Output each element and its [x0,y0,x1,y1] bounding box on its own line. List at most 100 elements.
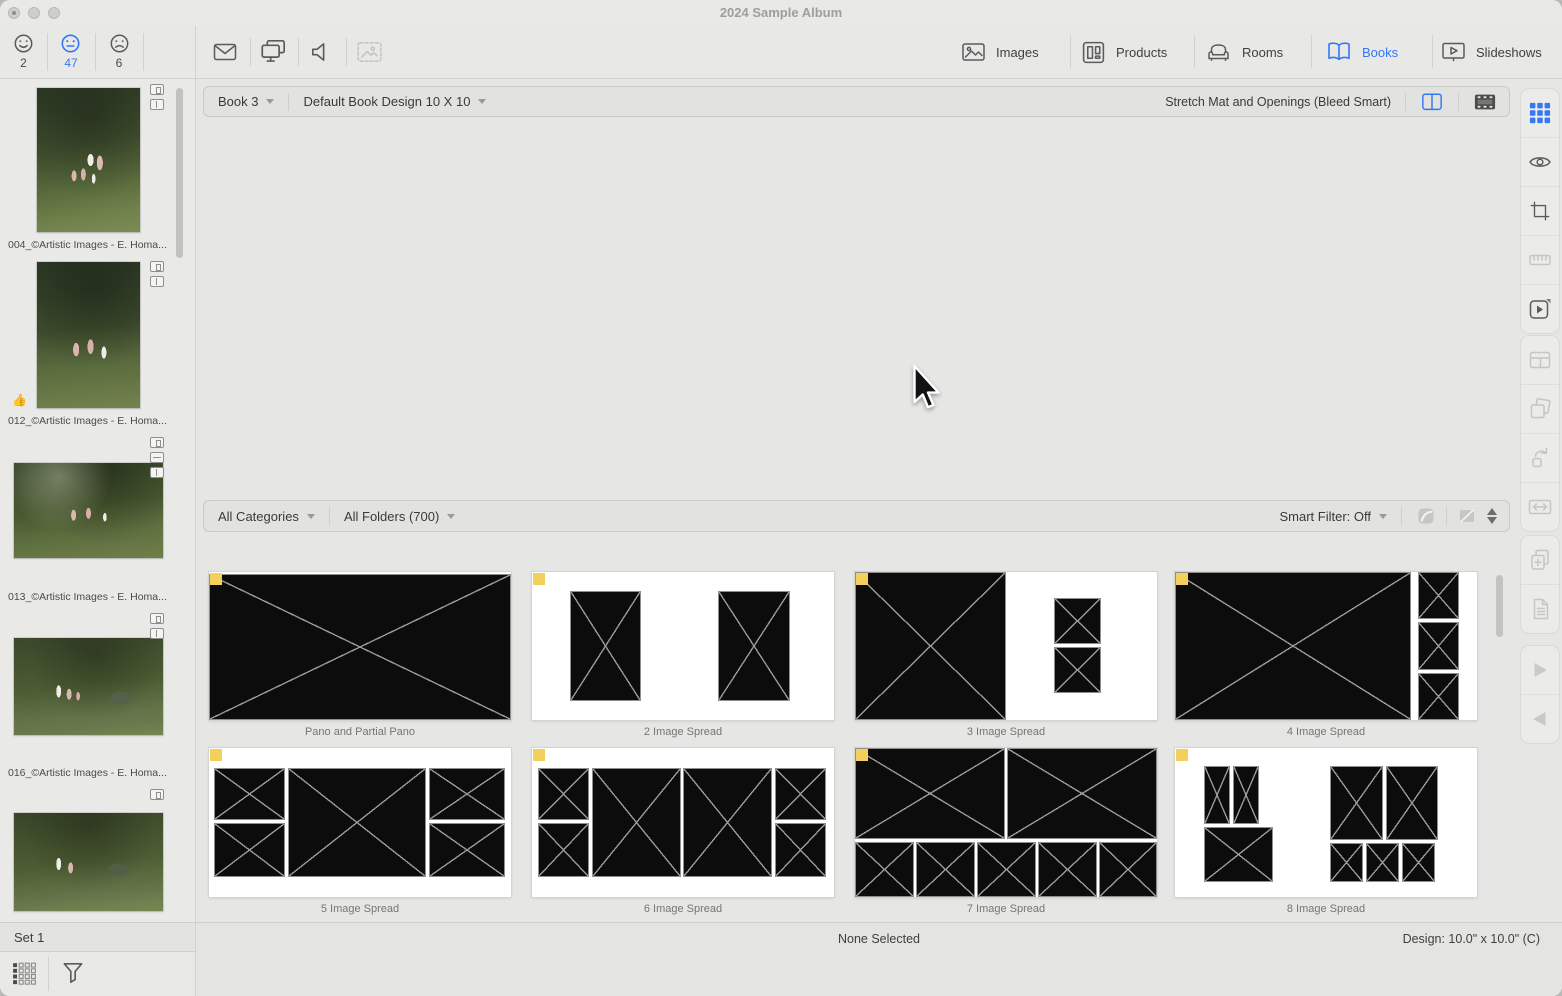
filmstrip-view-button[interactable] [1473,91,1497,113]
chevron-down-icon [478,99,486,104]
thumbnail-photo[interactable] [14,463,163,558]
design-size-label: Design: 10.0" x 10.0" (C) [1403,932,1540,946]
tab-products-label: Products [1116,45,1167,60]
add-pages-button[interactable] [1521,536,1559,584]
image-placeholder-icon [355,39,384,65]
save-filter-button[interactable] [1416,506,1436,526]
tab-rooms[interactable]: Rooms [1205,37,1283,67]
rating-sad-button[interactable] [109,33,130,54]
grid-view-button[interactable] [10,961,38,985]
tab-slideshows[interactable]: Slideshows [1441,37,1542,67]
template-card-5[interactable] [209,748,511,897]
filter-button[interactable] [60,960,86,986]
stacked-pages-button[interactable] [1521,384,1559,433]
product-badge-icon [150,261,164,272]
ruler-icon [1528,248,1552,272]
rating-neutral-count: 47 [47,56,95,70]
ruler-button[interactable] [1521,235,1559,284]
set-label: Set 1 [14,930,44,945]
set-bar[interactable]: Set 1 [0,922,195,952]
product-badge-icon [150,84,164,95]
folders-select[interactable]: All Folders (700) [344,509,439,524]
template-filter-bar: All Categories All Folders (700) Smart F… [203,500,1510,532]
cursor-arrow [907,363,943,414]
clear-filter-button[interactable] [1457,506,1477,526]
thumbnail-photo[interactable] [37,262,140,408]
book-badge-icon [150,467,164,478]
audio-button[interactable] [309,39,335,65]
chevron-down-icon [1379,514,1387,519]
template-card-2[interactable] [532,572,834,720]
two-page-spread-icon [1420,91,1444,113]
rotate-button[interactable] [1521,433,1559,482]
sad-face-icon [109,33,130,54]
smart-filter-select[interactable]: Smart Filter: Off [1280,509,1372,524]
sidebar-scrollbar[interactable] [176,88,183,258]
tab-books[interactable]: Books [1326,37,1398,67]
thumbnail-label: 013_©Artistic Images - E. Homa... [8,591,167,603]
back-triangle-icon [1528,707,1552,731]
display-icon [260,38,287,65]
thumbnail-grid-icon [10,961,38,985]
selection-badge [856,749,868,761]
grid-view-mode-button[interactable] [1521,89,1559,137]
selection-badge [210,573,222,585]
thumbnail-label: 012_©Artistic Images - E. Homa... [8,415,167,427]
titlebar: 2024 Sample Album [0,0,1562,26]
usage-badges [150,84,164,110]
categories-select[interactable]: All Categories [218,509,299,524]
crop-button[interactable] [1521,186,1559,235]
spread-view-button[interactable] [1420,91,1444,113]
eye-icon [1528,150,1552,174]
thumbnail-photo[interactable] [14,638,163,735]
previous-page-button[interactable] [1521,694,1559,743]
image-placeholder-button[interactable] [355,39,384,65]
usage-badges [150,789,164,800]
play-slideshow-button[interactable] [1521,284,1559,333]
template-card-4[interactable] [1175,572,1477,720]
thumbnail-photo[interactable] [14,813,163,911]
display-button[interactable] [260,38,287,65]
add-pages-icon [1528,548,1552,572]
template-grid-scrollbar[interactable] [1496,575,1503,637]
next-page-button[interactable] [1521,646,1559,694]
template-card-6[interactable] [532,748,834,897]
print-badge-icon [150,452,164,463]
template-card-7[interactable] [855,748,1157,897]
thumbnail-label: 016_©Artistic Images - E. Homa... [8,767,167,779]
neutral-face-icon [60,33,81,54]
email-button[interactable] [212,40,238,64]
products-icon [1081,40,1106,65]
document-icon [1528,597,1552,621]
template-label: 4 Image Spread [1175,726,1477,738]
template-card-pano[interactable] [209,572,511,720]
tab-images[interactable]: Images [961,37,1039,67]
preview-button[interactable] [1521,137,1559,186]
books-icon [1326,40,1352,64]
page-notes-button[interactable] [1521,584,1559,633]
stretch-width-button[interactable] [1521,482,1559,531]
book-select[interactable]: Book 3 [218,94,258,109]
template-card-8[interactable] [1175,748,1477,897]
thumbnail-photo[interactable] [37,88,140,232]
size-stepper[interactable] [1487,508,1497,524]
play-box-icon [1528,297,1552,321]
rotate-arrow-icon [1528,446,1552,470]
template-label: 5 Image Spread [209,903,511,915]
book-design-select[interactable]: Default Book Design 10 X 10 [303,94,470,109]
template-card-3[interactable] [855,572,1157,720]
selection-badge [856,573,868,585]
layout-icon [1528,348,1552,372]
rooms-icon [1205,40,1232,64]
template-label: 6 Image Spread [532,903,834,915]
rating-neutral-button[interactable] [60,33,81,54]
rating-happy-button[interactable] [13,33,34,54]
usage-badges [150,261,164,287]
window-title: 2024 Sample Album [0,5,1562,20]
tab-products[interactable]: Products [1081,37,1167,67]
thumbs-up-icon: 👍 [12,393,27,407]
chevron-down-icon [447,514,455,519]
product-badge-icon [150,613,164,624]
page-layout-button[interactable] [1521,336,1559,384]
rail-group-pages [1520,535,1560,634]
